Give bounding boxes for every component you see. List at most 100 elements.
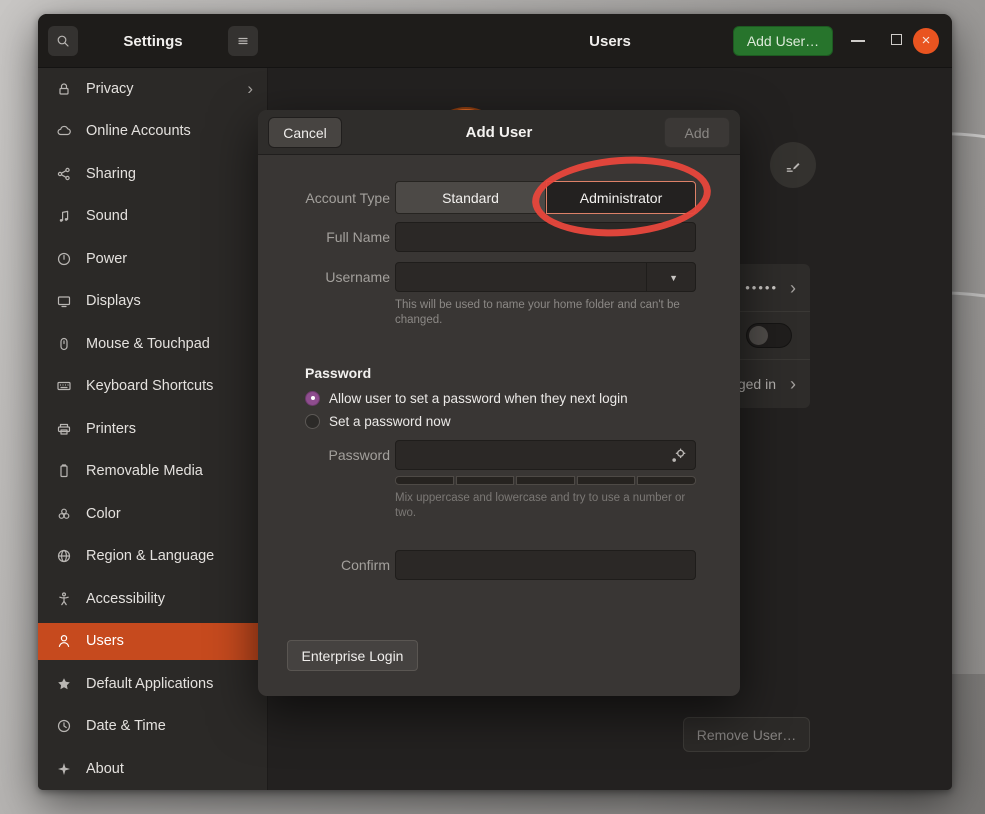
sidebar-item-printers[interactable]: Printers xyxy=(38,410,267,447)
removable-media-icon xyxy=(56,463,72,479)
sidebar-item-removable-media[interactable]: Removable Media xyxy=(38,453,267,490)
user-icon xyxy=(56,633,72,649)
sidebar-item-privacy[interactable]: Privacy › xyxy=(38,70,267,107)
headerbar-left: Settings xyxy=(38,14,268,67)
sidebar-item-label: Printers xyxy=(86,421,136,437)
remove-user-button[interactable]: Remove User… xyxy=(683,717,810,752)
username-label: Username xyxy=(258,269,390,285)
password-section-heading: Password xyxy=(305,365,371,381)
toggle-switch[interactable] xyxy=(746,323,792,348)
username-help-text: This will be used to name your home fold… xyxy=(395,298,695,328)
sidebar-item-label: Privacy xyxy=(86,81,134,97)
sidebar-item-default-applications[interactable]: Default Applications xyxy=(38,665,267,702)
desktop: Settings Users Add User… × xyxy=(0,0,985,814)
sidebar-item-region-language[interactable]: Region & Language xyxy=(38,538,267,575)
chevron-right-icon: › xyxy=(790,279,796,297)
radio-set-now[interactable]: Set a password now xyxy=(305,412,451,430)
strength-segment xyxy=(456,476,515,485)
chevron-right-icon: › xyxy=(790,375,796,393)
confirm-label: Confirm xyxy=(258,557,390,573)
logged-in-label: ged in xyxy=(738,376,776,392)
lock-icon xyxy=(56,81,72,97)
sidebar-item-sharing[interactable]: Sharing xyxy=(38,155,267,192)
sidebar-item-label: Removable Media xyxy=(86,463,203,479)
search-button[interactable] xyxy=(48,26,78,56)
sparkle-icon xyxy=(56,761,72,777)
enterprise-login-button[interactable]: Enterprise Login xyxy=(287,640,418,671)
sidebar-item-label: Accessibility xyxy=(86,591,165,607)
sidebar-item-label: Power xyxy=(86,251,127,267)
menu-button[interactable] xyxy=(228,26,258,56)
accessibility-icon xyxy=(56,591,72,607)
pencil-icon xyxy=(784,156,802,174)
radio-next-login[interactable]: Allow user to set a password when they n… xyxy=(305,389,628,407)
sidebar-item-keyboard-shortcuts[interactable]: Keyboard Shortcuts xyxy=(38,368,267,405)
sidebar-item-mouse-touchpad[interactable]: Mouse & Touchpad xyxy=(38,325,267,362)
chevron-right-icon: › xyxy=(247,80,253,97)
sidebar-item-label: Online Accounts xyxy=(86,123,191,139)
headerbar: Settings Users Add User… × xyxy=(38,14,952,68)
add-user-button[interactable]: Add User… xyxy=(733,26,833,56)
strength-segment xyxy=(577,476,636,485)
account-type-label: Account Type xyxy=(258,190,390,206)
sidebar: Privacy › Online Accounts Sharing Sound … xyxy=(38,68,268,790)
sidebar-item-label: Users xyxy=(86,633,124,649)
sidebar-item-power[interactable]: Power xyxy=(38,240,267,277)
combo-divider xyxy=(646,263,647,291)
hamburger-icon xyxy=(235,33,251,49)
confirm-password-input[interactable] xyxy=(395,550,696,580)
keyboard-icon xyxy=(56,378,72,394)
password-strength-meter xyxy=(395,476,696,485)
sidebar-item-label: Sound xyxy=(86,208,128,224)
radio-unselected-icon[interactable] xyxy=(305,414,320,429)
cancel-button[interactable]: Cancel xyxy=(268,117,342,148)
generate-password-icon[interactable] xyxy=(669,447,687,465)
sidebar-item-users[interactable]: Users xyxy=(38,623,267,660)
search-icon xyxy=(55,33,71,49)
minimize-button[interactable] xyxy=(851,40,865,42)
radio-set-now-label: Set a password now xyxy=(329,414,451,429)
star-icon xyxy=(56,676,72,692)
password-label: Password xyxy=(258,447,390,463)
username-combo-input[interactable]: ▼ xyxy=(395,262,696,292)
strength-segment xyxy=(516,476,575,485)
sidebar-item-label: Color xyxy=(86,506,121,522)
clock-icon xyxy=(56,718,72,734)
mouse-icon xyxy=(56,336,72,352)
window-controls: × xyxy=(837,14,952,68)
sidebar-item-label: Mouse & Touchpad xyxy=(86,336,210,352)
globe-icon xyxy=(56,548,72,564)
sidebar-item-label: Displays xyxy=(86,293,141,309)
close-button[interactable]: × xyxy=(913,28,939,54)
sidebar-item-label: Sharing xyxy=(86,166,136,182)
sidebar-item-accessibility[interactable]: Accessibility xyxy=(38,580,267,617)
headerbar-right: Users Add User… × xyxy=(268,14,952,67)
sidebar-item-about[interactable]: About xyxy=(38,750,267,787)
sidebar-item-color[interactable]: Color xyxy=(38,495,267,532)
add-button[interactable]: Add xyxy=(664,117,730,148)
sidebar-item-sound[interactable]: Sound xyxy=(38,198,267,235)
standard-account-button[interactable]: Standard xyxy=(395,181,546,214)
password-dots: ••••• xyxy=(745,280,778,295)
sidebar-item-online-accounts[interactable]: Online Accounts xyxy=(38,113,267,150)
password-hint-text: Mix uppercase and lowercase and try to u… xyxy=(395,491,695,521)
sidebar-item-label: Default Applications xyxy=(86,676,213,692)
sound-icon xyxy=(56,208,72,224)
settings-window: Settings Users Add User… × xyxy=(38,14,952,790)
sidebar-item-date-time[interactable]: Date & Time xyxy=(38,708,267,745)
printer-icon xyxy=(56,421,72,437)
maximize-button[interactable] xyxy=(891,34,902,45)
radio-next-login-label: Allow user to set a password when they n… xyxy=(329,391,628,406)
dropdown-arrow-icon[interactable]: ▼ xyxy=(669,273,678,283)
sidebar-item-label: Keyboard Shortcuts xyxy=(86,378,213,394)
toggle-knob xyxy=(749,326,768,345)
radio-selected-icon[interactable] xyxy=(305,391,320,406)
sidebar-item-label: Region & Language xyxy=(86,548,214,564)
sidebar-item-displays[interactable]: Displays xyxy=(38,283,267,320)
sidebar-item-label: About xyxy=(86,761,124,777)
cloud-icon xyxy=(56,123,72,139)
share-icon xyxy=(56,166,72,182)
password-input[interactable] xyxy=(395,440,696,470)
edit-avatar-button[interactable] xyxy=(770,142,816,188)
sidebar-item-label: Date & Time xyxy=(86,718,166,734)
